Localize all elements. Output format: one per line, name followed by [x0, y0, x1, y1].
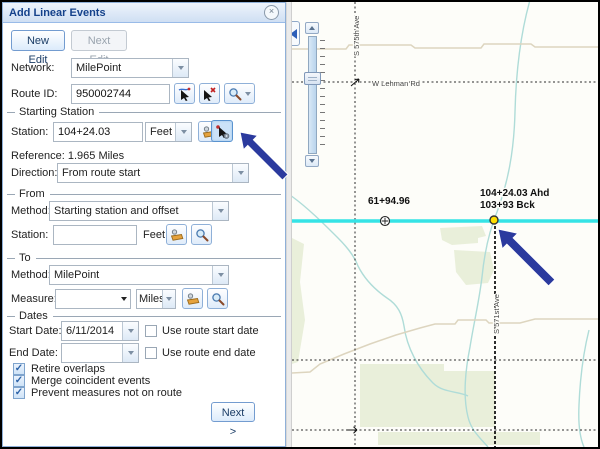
from-measure-button[interactable]: [166, 224, 187, 245]
network-label: Network:: [11, 58, 54, 78]
road-label-575th: S 575th Ave: [352, 16, 361, 56]
chevron-down-icon[interactable]: [122, 344, 138, 362]
chevron-down-icon: [162, 290, 175, 308]
merge-coincident-checkbox[interactable]: ✓: [13, 375, 25, 387]
starting-station-separator: Starting Station: [7, 105, 281, 119]
measure-label: Measure:: [11, 289, 57, 309]
minor-road: [292, 319, 598, 373]
start-date-picker[interactable]: 6/11/2014: [61, 321, 139, 341]
measure-combobox[interactable]: [55, 289, 131, 309]
search-icon: [228, 87, 242, 101]
chevron-up-icon: [309, 23, 315, 30]
use-route-start-date-label: Use route start date: [162, 321, 259, 341]
retire-overlaps-checkbox[interactable]: ✓: [13, 363, 25, 375]
chevron-down-icon: [309, 159, 315, 166]
chevron-down-icon[interactable]: [172, 59, 188, 77]
zoom-slider-ticks: [320, 40, 325, 150]
app-window: Add Linear Events × New Edit Next Edit N…: [0, 0, 600, 449]
map-viewport[interactable]: 61+94.96 104+24.03 Ahd 103+93 Bck W Lehm…: [292, 2, 598, 447]
picked-station-point[interactable]: [490, 216, 498, 224]
chevron-down-icon[interactable]: [232, 164, 248, 182]
milepost-icon: [170, 228, 184, 242]
collapse-panel-button[interactable]: [292, 21, 300, 46]
measure-units-select: Miles: [136, 289, 176, 309]
starting-station-legend: Starting Station: [19, 106, 94, 118]
station-label-ahead: 104+24.03 Ahd: [480, 188, 549, 199]
station-label-left: 61+94.96: [368, 196, 410, 207]
direction-label: Direction:: [11, 163, 57, 183]
from-station-input[interactable]: [53, 225, 137, 245]
chevron-down-icon[interactable]: [122, 322, 138, 340]
route-id-input[interactable]: [71, 84, 170, 104]
select-route-icon: [177, 86, 192, 101]
station-input[interactable]: [53, 122, 143, 142]
panel-title: Add Linear Events: [9, 7, 264, 19]
panel-header: Add Linear Events ×: [3, 3, 285, 23]
use-route-end-date-checkbox[interactable]: [145, 347, 157, 359]
stream-line: [579, 330, 589, 447]
station-label: Station:: [11, 122, 48, 142]
from-method-select[interactable]: Starting station and offset: [49, 201, 229, 221]
from-separator: From: [7, 187, 281, 201]
close-icon[interactable]: ×: [264, 5, 279, 20]
map-pointer-tool-icon: [215, 124, 230, 139]
from-legend: From: [19, 188, 45, 200]
from-units-label: Feet: [143, 225, 165, 245]
chevron-down-icon[interactable]: [212, 266, 228, 284]
from-method-label: Method:: [11, 201, 51, 221]
station-units-select: Feet: [145, 122, 192, 142]
use-route-end-date-label: Use route end date: [162, 343, 256, 363]
to-legend: To: [19, 252, 31, 264]
prevent-measures-label: Prevent measures not on route: [31, 383, 182, 403]
start-date-label: Start Date:: [9, 321, 62, 341]
zoom-slider-handle[interactable]: [304, 72, 321, 85]
zoom-slider-track[interactable]: [308, 36, 317, 154]
chevron-down-icon[interactable]: [121, 290, 130, 308]
select-route-on-map-button[interactable]: [174, 83, 195, 104]
milepost-icon: [186, 292, 200, 306]
annotation-arrow-map: [490, 221, 559, 290]
field-patch: [360, 364, 495, 427]
field-patch: [440, 226, 486, 245]
station-label-back: 103+93 Bck: [480, 200, 535, 211]
chevron-down-icon[interactable]: [212, 202, 228, 220]
search-icon: [195, 228, 209, 242]
clear-selection-icon: [202, 86, 217, 101]
from-station-label: Station:: [11, 225, 48, 245]
road-label-571st: S 571st Ave: [492, 294, 501, 334]
map-canvas: 61+94.96 104+24.03 Ahd 103+93 Bck W Lehm…: [292, 2, 598, 447]
to-method-select[interactable]: MilePoint: [49, 265, 229, 285]
to-method-label: Method:: [11, 265, 51, 285]
zoom-in-button[interactable]: [305, 22, 319, 34]
field-patch: [292, 238, 305, 364]
add-linear-events-panel: Add Linear Events × New Edit Next Edit N…: [2, 2, 286, 447]
search-icon: [211, 292, 225, 306]
chevron-left-icon: [292, 29, 297, 39]
minor-road: [292, 44, 598, 49]
map-zoom-slider: [300, 22, 330, 172]
field-patch: [454, 250, 494, 285]
prevent-measures-checkbox[interactable]: ✓: [13, 387, 25, 399]
to-measure-button[interactable]: [182, 288, 203, 309]
to-separator: To: [7, 251, 281, 265]
road-direction-arrow: [347, 427, 357, 433]
zoom-out-button[interactable]: [305, 155, 319, 167]
route-search-menu-button[interactable]: [224, 83, 255, 104]
clear-route-selection-button[interactable]: [199, 83, 220, 104]
to-search-button[interactable]: [207, 288, 228, 309]
next-edit-button: Next Edit: [71, 30, 127, 51]
next-button[interactable]: Next >: [211, 402, 255, 422]
chevron-down-icon: [245, 92, 251, 99]
direction-select[interactable]: From route start: [57, 163, 249, 183]
route-id-label: Route ID:: [11, 84, 57, 104]
field-patch: [378, 432, 540, 445]
pick-station-on-map-button[interactable]: [211, 120, 233, 142]
from-search-button[interactable]: [191, 224, 212, 245]
network-select[interactable]: MilePoint: [71, 58, 189, 78]
use-route-start-date-checkbox[interactable]: [145, 325, 157, 337]
road-label-lehman: W Lehman Rd: [372, 79, 420, 88]
new-edit-button[interactable]: New Edit: [11, 30, 65, 51]
reference-post-marker[interactable]: [381, 217, 390, 226]
chevron-down-icon: [175, 123, 191, 141]
